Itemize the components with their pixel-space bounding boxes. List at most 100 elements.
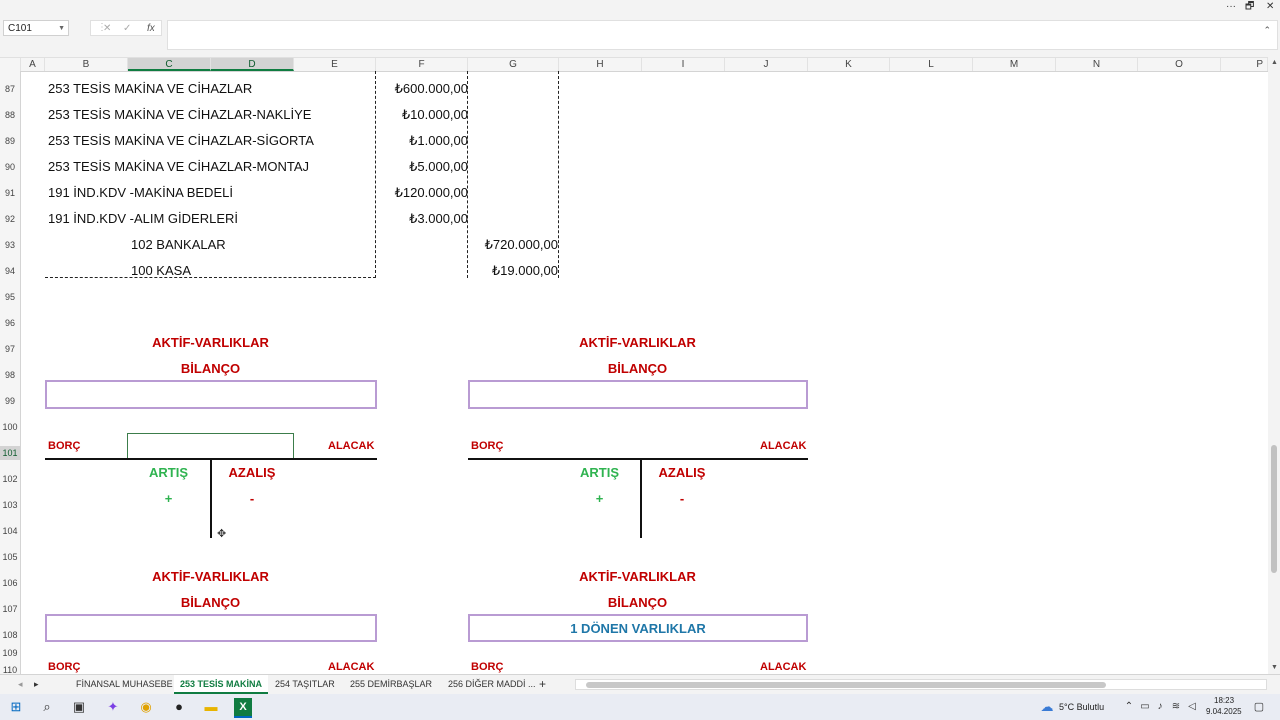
entry-debit[interactable]: ₺5.000,00 (376, 159, 468, 175)
file-explorer-icon[interactable]: ▬ (202, 698, 220, 716)
t-account-title-box[interactable] (45, 614, 377, 642)
row-header[interactable]: 89 (0, 136, 20, 146)
tab-nav-next-icon[interactable]: ▸ (28, 675, 45, 694)
col-header[interactable]: G (468, 58, 559, 71)
insert-function-icon[interactable]: fx (147, 21, 155, 37)
vertical-scrollbar[interactable]: ▲ ▼ (1268, 57, 1280, 674)
borc-label[interactable]: BORÇ (471, 440, 503, 452)
alacak-label[interactable]: ALACAK (760, 440, 806, 452)
entry-label[interactable]: 253 TESİS MAKİNA VE CİHAZLAR (48, 81, 252, 96)
windows-start-icon[interactable]: ⊞ (7, 698, 25, 716)
tab-finansal-muhasebe[interactable]: FİNANSAL MUHASEBE (70, 675, 179, 694)
row-header[interactable]: 110 (0, 665, 20, 674)
tab-253-tesis-makina[interactable]: 253 TESİS MAKİNA (174, 675, 269, 694)
t-account-heading[interactable]: AKTİF-VARLIKLAR (468, 569, 807, 584)
artis-label[interactable]: ARTIŞ (127, 465, 210, 480)
alacak-label[interactable]: ALACAK (760, 661, 806, 673)
artis-label[interactable]: ARTIŞ (558, 465, 641, 480)
row-header[interactable]: 94 (0, 266, 20, 276)
t-account-subheading[interactable]: BİLANÇO (468, 361, 807, 376)
credit-label[interactable]: 102 BANKALAR (131, 237, 226, 252)
t-account-subheading[interactable]: BİLANÇO (468, 595, 807, 610)
entry-label[interactable]: 253 TESİS MAKİNA VE CİHAZLAR-MONTAJ (48, 159, 309, 174)
t-account-heading[interactable]: AKTİF-VARLIKLAR (468, 335, 807, 350)
t-account-title-box[interactable]: 1 DÖNEN VARLIKLAR (468, 614, 808, 642)
vertical-scroll-thumb[interactable] (1271, 445, 1277, 573)
t-account-subheading[interactable]: BİLANÇO (45, 595, 376, 610)
credit-label[interactable]: 100 KASA (131, 263, 191, 278)
formula-input[interactable]: ⌃ (167, 20, 1278, 50)
add-sheet-button[interactable]: + (533, 675, 552, 694)
volume-icon[interactable]: ◁ (1183, 698, 1201, 716)
col-header[interactable]: H (559, 58, 642, 71)
close-icon[interactable]: ✕ (1266, 0, 1274, 14)
tab-nav-prev-icon[interactable]: ◂ (12, 675, 29, 694)
t-account-title-box[interactable] (45, 380, 377, 409)
entry-debit[interactable]: ₺600.000,00 (376, 81, 468, 97)
entry-label[interactable]: 253 TESİS MAKİNA VE CİHAZLAR-SİGORTA (48, 133, 314, 148)
col-header[interactable]: M (973, 58, 1056, 71)
entry-label[interactable]: 191 İND.KDV -MAKİNA BEDELİ (48, 185, 233, 200)
cancel-icon[interactable]: ✕ (103, 21, 111, 37)
row-header[interactable]: 98 (0, 370, 20, 380)
row-header[interactable]: 99 (0, 396, 20, 406)
row-header[interactable]: 105 (0, 552, 20, 562)
col-header[interactable]: B (45, 58, 128, 71)
notification-icon[interactable]: ▢ (1250, 698, 1268, 716)
col-header[interactable]: F (376, 58, 468, 71)
borc-label[interactable]: BORÇ (48, 440, 80, 452)
row-header[interactable]: 88 (0, 110, 20, 120)
tab-255-demirbaslar[interactable]: 255 DEMİRBAŞLAR (344, 675, 438, 694)
row-header[interactable]: 109 (0, 648, 20, 658)
more-options-icon[interactable]: ··· (1226, 0, 1236, 14)
row-header[interactable]: 103 (0, 500, 20, 510)
entry-debit[interactable]: ₺10.000,00 (376, 107, 468, 123)
task-view-icon[interactable]: ▣ (70, 698, 88, 716)
weather-text[interactable]: 5°C Bulutlu (1059, 702, 1104, 712)
row-header[interactable]: 96 (0, 318, 20, 328)
restore-icon[interactable]: 🗗 (1245, 0, 1254, 14)
alacak-label[interactable]: ALACAK (328, 440, 374, 452)
row-header[interactable]: 92 (0, 214, 20, 224)
t-account-heading[interactable]: AKTİF-VARLIKLAR (45, 335, 376, 350)
row-header[interactable]: 106 (0, 578, 20, 588)
copilot-icon[interactable]: ✦ (104, 698, 122, 716)
row-header[interactable]: 100 (0, 422, 20, 432)
t-account-subheading[interactable]: BİLANÇO (45, 361, 376, 376)
alacak-label[interactable]: ALACAK (328, 661, 374, 673)
row-header[interactable]: 87 (0, 84, 20, 94)
col-header[interactable]: C (128, 58, 211, 71)
scroll-down-icon[interactable]: ▼ (1271, 664, 1278, 671)
row-header[interactable]: 102 (0, 474, 20, 484)
horizontal-scrollbar[interactable] (575, 679, 1267, 690)
weather-icon[interactable]: ☁ (1038, 698, 1056, 716)
tab-256-diger-maddi[interactable]: 256 DİĞER MADDİ ... (442, 675, 542, 694)
browser-icon[interactable]: ● (170, 698, 188, 716)
entry-debit[interactable]: ₺120.000,00 (376, 185, 468, 201)
borc-label[interactable]: BORÇ (471, 661, 503, 673)
row-header[interactable]: 93 (0, 240, 20, 250)
row-header[interactable]: 107 (0, 604, 20, 614)
col-header[interactable]: O (1138, 58, 1221, 71)
row-header[interactable]: 101 (0, 446, 20, 460)
select-all-corner[interactable] (0, 58, 21, 71)
col-header[interactable]: N (1056, 58, 1138, 71)
row-header[interactable]: 95 (0, 292, 20, 302)
entry-debit[interactable]: ₺3.000,00 (376, 211, 468, 227)
chrome-icon[interactable]: ◉ (137, 698, 155, 716)
col-header[interactable]: I (642, 58, 725, 71)
sheet-grid[interactable]: 253 TESİS MAKİNA VE CİHAZLAR ₺600.000,00… (21, 71, 1268, 674)
search-icon[interactable]: ⌕ (38, 698, 56, 716)
row-header[interactable]: 91 (0, 188, 20, 198)
col-header[interactable]: P (1221, 58, 1268, 71)
azalis-label[interactable]: AZALIŞ (212, 465, 292, 480)
col-header[interactable]: D (211, 58, 294, 71)
azalis-label[interactable]: AZALIŞ (642, 465, 722, 480)
row-header[interactable]: 104 (0, 526, 20, 536)
plus-sign[interactable]: + (127, 491, 210, 506)
expand-formula-icon[interactable]: ⌃ (1263, 25, 1271, 36)
horizontal-scroll-thumb[interactable] (586, 682, 1106, 688)
minus-sign[interactable]: - (642, 491, 722, 506)
row-header[interactable]: 108 (0, 630, 20, 640)
col-header[interactable]: K (808, 58, 890, 71)
